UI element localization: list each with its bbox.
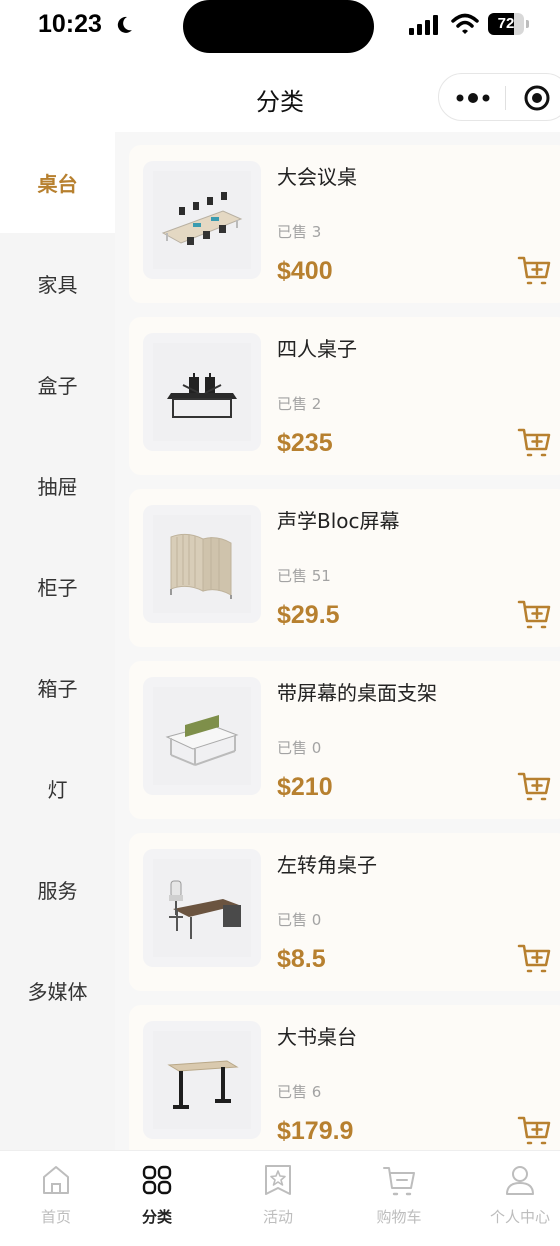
capsule-divider — [505, 86, 506, 110]
status-time: 10:23 — [38, 10, 102, 38]
product-price: $235 — [277, 429, 333, 457]
sidebar-item-multimedia[interactable]: 多媒体 — [0, 940, 115, 1041]
standing-desk-icon — [153, 1031, 251, 1129]
sidebar-item-cases[interactable]: 箱子 — [0, 637, 115, 738]
category-grid-icon — [142, 1165, 172, 1195]
battery-percent: 72 — [497, 15, 515, 32]
product-card[interactable]: 四人桌子 已售 2 $235 — [129, 317, 560, 475]
product-image — [143, 677, 261, 795]
tab-category[interactable]: 分类 — [101, 1151, 213, 1246]
product-list: 大会议桌 已售 3 $400 四人桌子 已售 2 $235 声学Bloc屏幕 已… — [115, 132, 560, 1150]
product-sold-count: 已售 2 — [277, 395, 322, 413]
nav-bar: 分类 — [0, 60, 560, 132]
add-to-cart-icon[interactable] — [517, 1115, 551, 1147]
product-name: 四人桌子 — [277, 337, 357, 361]
tab-profile[interactable]: 个人中心 — [464, 1151, 560, 1246]
activity-star-icon — [265, 1165, 291, 1195]
product-price: $8.5 — [277, 945, 326, 973]
product-name: 大会议桌 — [277, 165, 357, 189]
status-bar: 10:23 72 — [0, 0, 560, 56]
product-image — [143, 161, 261, 279]
wifi-icon — [451, 13, 479, 34]
tab-label: 首页 — [40, 1208, 71, 1226]
product-price: $29.5 — [277, 601, 340, 629]
product-card[interactable]: 大会议桌 已售 3 $400 — [129, 145, 560, 303]
sidebar-item-cabinets[interactable]: 柜子 — [0, 536, 115, 637]
product-image — [143, 849, 261, 967]
product-card[interactable]: 左转角桌子 已售 0 $8.5 — [129, 833, 560, 991]
product-image — [143, 333, 261, 451]
moon-icon — [117, 16, 132, 33]
close-target-icon[interactable] — [523, 84, 551, 112]
more-dots-icon[interactable] — [455, 88, 491, 108]
signal-icon — [409, 15, 438, 35]
corner-desk-icon — [153, 859, 251, 957]
acoustic-screen-icon — [153, 515, 251, 613]
product-price: $179.9 — [277, 1117, 354, 1145]
sidebar-item-label: 家具 — [37, 273, 78, 297]
sidebar-item-label: 桌台 — [37, 172, 78, 196]
add-to-cart-icon[interactable] — [517, 599, 551, 631]
product-sold-count: 已售 0 — [277, 739, 322, 757]
sidebar-item-label: 灯 — [47, 778, 68, 802]
sidebar-item-label: 箱子 — [37, 677, 78, 701]
tab-bar: 首页 分类 活动 购物车 个人中心 — [0, 1150, 560, 1246]
add-to-cart-icon[interactable] — [517, 771, 551, 803]
product-card[interactable]: 声学Bloc屏幕 已售 51 $29.5 — [129, 489, 560, 647]
product-card[interactable]: 带屏幕的桌面支架 已售 0 $210 — [129, 661, 560, 819]
cart-icon — [383, 1167, 415, 1196]
tab-label: 个人中心 — [489, 1208, 550, 1226]
product-sold-count: 已售 51 — [277, 567, 331, 585]
tab-home[interactable]: 首页 — [0, 1151, 112, 1246]
product-price: $210 — [277, 773, 333, 801]
four-person-desk-icon — [153, 343, 251, 441]
desk-with-screen-icon — [153, 687, 251, 785]
sidebar-item-boxes[interactable]: 盒子 — [0, 334, 115, 435]
add-to-cart-icon[interactable] — [517, 943, 551, 975]
home-icon — [43, 1166, 69, 1194]
tab-label: 购物车 — [376, 1208, 422, 1226]
product-sold-count: 已售 3 — [277, 223, 322, 241]
battery-icon: 72 — [488, 13, 530, 35]
product-image — [143, 505, 261, 623]
sidebar-item-label: 盒子 — [37, 374, 78, 398]
mini-program-capsule — [438, 73, 560, 121]
dynamic-island — [183, 0, 374, 53]
product-name: 带屏幕的桌面支架 — [277, 681, 437, 705]
product-image — [143, 1021, 261, 1139]
sidebar-item-services[interactable]: 服务 — [0, 839, 115, 940]
product-name: 大书桌台 — [277, 1025, 357, 1049]
sidebar-item-lamps[interactable]: 灯 — [0, 738, 115, 839]
product-sold-count: 已售 0 — [277, 911, 322, 929]
tab-label: 活动 — [262, 1208, 293, 1226]
tab-label: 分类 — [141, 1208, 172, 1226]
product-name: 声学Bloc屏幕 — [277, 509, 400, 533]
product-sold-count: 已售 6 — [277, 1083, 322, 1101]
product-card[interactable]: 大书桌台 已售 6 $179.9 — [129, 1005, 560, 1150]
add-to-cart-icon[interactable] — [517, 255, 551, 287]
sidebar-item-label: 柜子 — [37, 576, 78, 600]
sidebar-item-label: 抽屉 — [37, 475, 78, 499]
user-icon — [506, 1166, 534, 1195]
category-sidebar: 桌台 家具 盒子 抽屉 柜子 箱子 灯 服务 多媒体 — [0, 132, 115, 1150]
tab-cart[interactable]: 购物车 — [343, 1151, 455, 1246]
add-to-cart-icon[interactable] — [517, 427, 551, 459]
sidebar-item-label: 服务 — [37, 879, 78, 903]
conference-table-icon — [153, 171, 251, 269]
sidebar-item-desks[interactable]: 桌台 — [0, 132, 115, 233]
sidebar-item-label: 多媒体 — [27, 980, 88, 1004]
sidebar-item-furniture[interactable]: 家具 — [0, 233, 115, 334]
product-price: $400 — [277, 257, 333, 285]
sidebar-item-drawers[interactable]: 抽屉 — [0, 435, 115, 536]
product-name: 左转角桌子 — [277, 853, 377, 877]
tab-activity[interactable]: 活动 — [222, 1151, 334, 1246]
